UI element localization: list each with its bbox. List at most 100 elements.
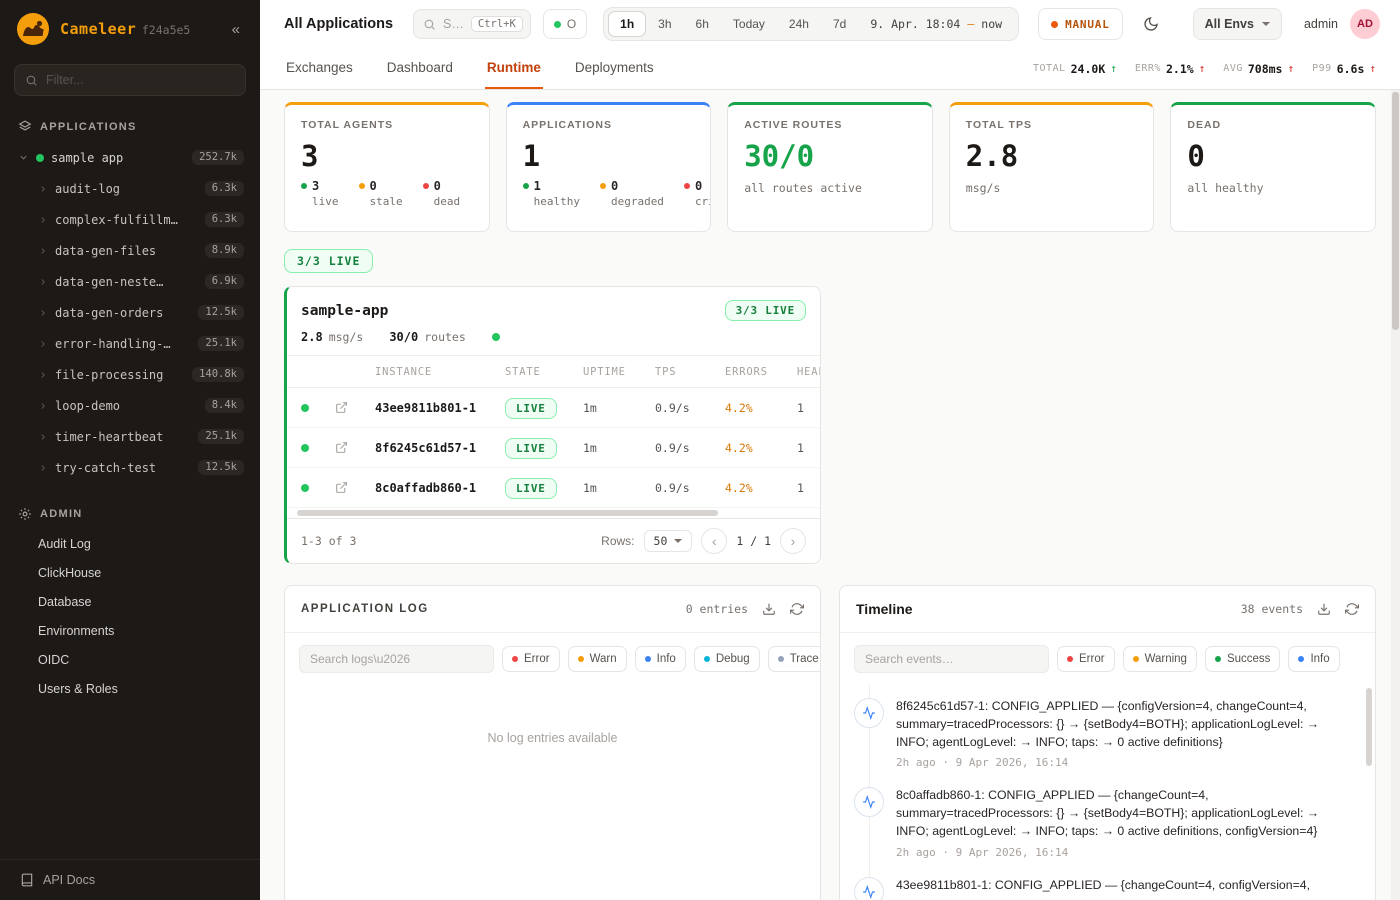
- table-row[interactable]: 43ee9811b801-1 LIVE 1m 0.9/s 4.2% 1: [287, 388, 820, 428]
- events-count: 38 events: [1241, 602, 1303, 616]
- tab-exchanges[interactable]: Exchanges: [284, 48, 355, 89]
- time-range-7d[interactable]: 7d: [821, 11, 858, 37]
- connection-status-pill[interactable]: O: [543, 9, 587, 39]
- sidebar-item-clickhouse[interactable]: ClickHouse: [0, 558, 260, 587]
- time-range-6h[interactable]: 6h: [684, 11, 721, 37]
- table-row[interactable]: 8f6245c61d57-1 LIVE 1m 0.9/s 4.2% 1: [287, 428, 820, 468]
- external-link-icon[interactable]: [335, 401, 375, 414]
- time-range-1h[interactable]: 1h: [608, 11, 646, 37]
- tab-runtime[interactable]: Runtime: [485, 48, 543, 89]
- timeline-search-input[interactable]: [854, 645, 1049, 673]
- time-range-3h[interactable]: 3h: [646, 11, 683, 37]
- timeline-filter-info[interactable]: Info: [1288, 646, 1339, 672]
- next-page-button[interactable]: ›: [780, 528, 806, 554]
- horizontal-scrollbar[interactable]: [287, 508, 820, 518]
- prev-page-button[interactable]: ‹: [701, 528, 727, 554]
- download-icon[interactable]: [1317, 602, 1331, 616]
- table-row[interactable]: 8c0affadb860-1 LIVE 1m 0.9/s 4.2% 1: [287, 468, 820, 508]
- tree-item[interactable]: data-gen-neste…6.9k: [0, 266, 260, 297]
- timeline-event[interactable]: 8c0affadb860-1: CONFIG_APPLIED — {change…: [854, 778, 1355, 867]
- external-link-icon[interactable]: [335, 481, 375, 494]
- tree-item[interactable]: error-handling-…25.1k: [0, 328, 260, 359]
- moon-icon: [1143, 16, 1159, 32]
- count-badge: 6.3k: [205, 181, 244, 196]
- header-metrics: TOTAL24.0K↑ ERR%2.1%↑ AVG708ms↑ P996.6s↑: [1033, 48, 1376, 89]
- metric-avg: AVG708ms↑: [1223, 62, 1294, 76]
- tree-item[interactable]: data-gen-orders12.5k: [0, 297, 260, 328]
- app-name[interactable]: sample-app: [301, 303, 388, 319]
- sample-app-card: sample-app 3/3 LIVE 2.8msg/s 30/0routes …: [284, 286, 821, 564]
- log-filter-debug[interactable]: Debug: [694, 646, 760, 672]
- timeline-event[interactable]: 8f6245c61d57-1: CONFIG_APPLIED — {config…: [854, 689, 1355, 778]
- chevron-down-icon: [1262, 22, 1270, 30]
- sidebar-item-oidc[interactable]: OIDC: [0, 645, 260, 674]
- log-filter-trace[interactable]: Trace: [768, 646, 821, 672]
- time-range-24h[interactable]: 24h: [777, 11, 821, 37]
- count-badge: 6.9k: [205, 274, 244, 289]
- event-timestamp: 2h ago · 9 Apr 2026, 16:14: [896, 846, 1355, 859]
- chevron-right-icon: [38, 339, 48, 349]
- chevron-right-icon: [38, 184, 48, 194]
- instance-table-header: INSTANCE STATE UPTIME TPS ERRORS HEALTH: [287, 356, 820, 388]
- instance-status-dot: [301, 444, 309, 452]
- user-avatar[interactable]: AD: [1350, 9, 1380, 39]
- refresh-icon[interactable]: [790, 602, 804, 616]
- timeline-event[interactable]: 43ee9811b801-1: CONFIG_APPLIED — {change…: [854, 868, 1355, 900]
- stat-card-total-agents: TOTAL AGENTS 3 3live 0stale 0dead: [284, 102, 490, 232]
- info-dot: [1298, 656, 1304, 662]
- tree-item[interactable]: audit-log6.3k: [0, 173, 260, 204]
- date-range-display[interactable]: 9. Apr. 18:04 — now: [858, 17, 1014, 31]
- sidebar-item-audit-log[interactable]: Audit Log: [0, 529, 260, 558]
- timeline-filter-warning[interactable]: Warning: [1123, 646, 1197, 672]
- chevron-right-icon: [38, 277, 48, 287]
- sidebar-collapse-icon[interactable]: «: [226, 19, 246, 40]
- tree-item[interactable]: file-processing140.8k: [0, 359, 260, 390]
- bottom-panels: APPLICATION LOG 0 entries Error Warn Inf…: [284, 585, 1376, 900]
- download-icon[interactable]: [762, 602, 776, 616]
- time-range-today[interactable]: Today: [721, 11, 777, 37]
- sidebar-item-environments[interactable]: Environments: [0, 616, 260, 645]
- environment-select[interactable]: All Envs: [1193, 8, 1282, 40]
- dark-mode-toggle[interactable]: [1135, 8, 1167, 40]
- chevron-down-icon: [674, 539, 682, 547]
- tab-deployments[interactable]: Deployments: [573, 48, 656, 89]
- scrollbar-thumb[interactable]: [1392, 92, 1399, 330]
- sidebar-item-users-roles[interactable]: Users & Roles: [0, 674, 260, 703]
- app-health-dot: [492, 333, 500, 341]
- tree-item[interactable]: try-catch-test12.5k: [0, 452, 260, 483]
- log-search-input[interactable]: [299, 645, 494, 673]
- log-filter-warn[interactable]: Warn: [568, 646, 627, 672]
- tree-item[interactable]: timer-heartbeat25.1k: [0, 421, 260, 452]
- live-summary-chip[interactable]: 3/3 LIVE: [284, 249, 373, 273]
- timeline-scrollbar[interactable]: [1366, 688, 1372, 766]
- tree-item[interactable]: data-gen-files8.9k: [0, 235, 260, 266]
- sidebar-filter[interactable]: [14, 64, 246, 96]
- live-badge: 3/3 LIVE: [725, 300, 806, 321]
- filter-input[interactable]: [46, 73, 235, 87]
- tree-item[interactable]: complex-fulfillm…6.3k: [0, 204, 260, 235]
- page-scrollbar[interactable]: [1391, 90, 1400, 900]
- count-badge: 12.5k: [198, 460, 244, 475]
- metric-err: ERR%2.1%↑: [1135, 62, 1205, 76]
- refresh-mode-button[interactable]: MANUAL: [1038, 8, 1123, 40]
- timeline-filter-error[interactable]: Error: [1057, 646, 1115, 672]
- applications-section-header: APPLICATIONS: [0, 120, 260, 134]
- api-docs-link[interactable]: API Docs: [0, 859, 260, 900]
- global-search-button[interactable]: S… Ctrl+K: [413, 9, 531, 39]
- refresh-icon[interactable]: [1345, 602, 1359, 616]
- log-filter-error[interactable]: Error: [502, 646, 560, 672]
- count-badge: 6.3k: [205, 212, 244, 227]
- timeline-filter-success[interactable]: Success: [1205, 646, 1280, 672]
- empty-log-message: No log entries available: [285, 685, 820, 745]
- live-dot: [301, 183, 307, 189]
- external-link-icon[interactable]: [335, 441, 375, 454]
- log-filter-info[interactable]: Info: [635, 646, 686, 672]
- sidebar-item-database[interactable]: Database: [0, 587, 260, 616]
- count-badge: 25.1k: [198, 429, 244, 444]
- rows-per-page-select[interactable]: 50: [644, 530, 693, 552]
- tree-item[interactable]: loop-demo8.4k: [0, 390, 260, 421]
- search-icon: [25, 74, 38, 87]
- sidebar: Cameleer f24a5e5 « APPLICATIONS sample a…: [0, 0, 260, 900]
- tab-dashboard[interactable]: Dashboard: [385, 48, 455, 89]
- tree-item-sample-app[interactable]: sample app 252.7k: [0, 142, 260, 173]
